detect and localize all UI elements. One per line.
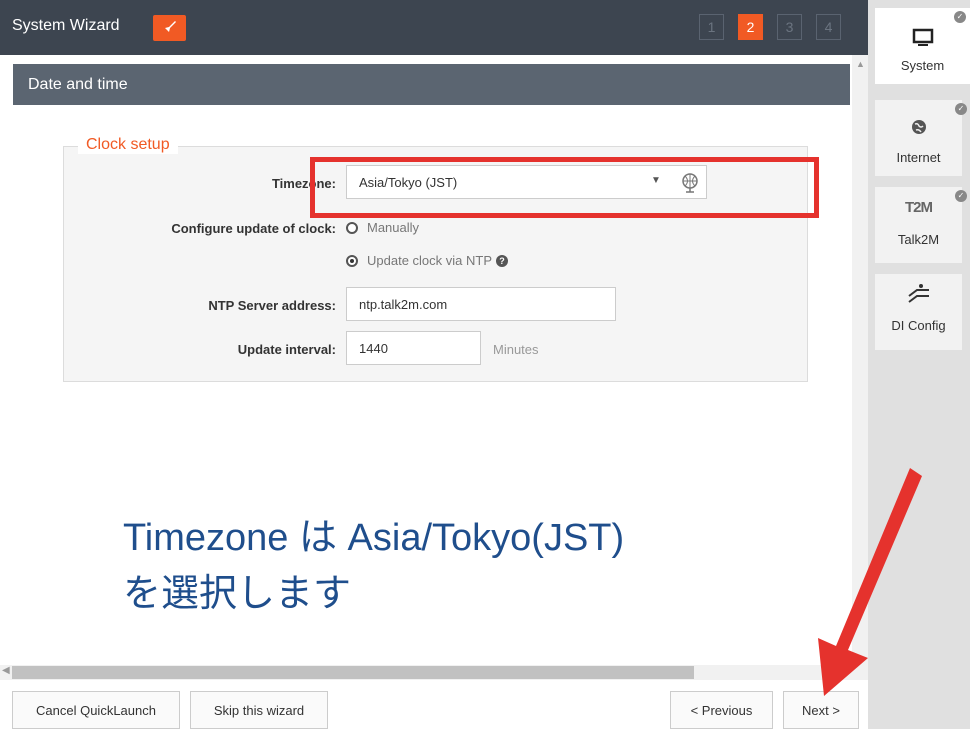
radio-manually-label: Manually: [367, 220, 420, 235]
title-bar: System Wizard 1 2 3 4: [0, 0, 868, 55]
step-3[interactable]: 3: [777, 14, 802, 40]
ntp-server-label: NTP Server address:: [208, 298, 336, 313]
step-1[interactable]: 1: [699, 14, 724, 40]
ntp-server-input[interactable]: ntp.talk2m.com: [346, 287, 616, 321]
section-header: Date and time: [13, 64, 850, 105]
radio-manually-circle[interactable]: [346, 221, 358, 234]
step-4[interactable]: 4: [816, 14, 841, 40]
nav-label-internet: Internet: [896, 150, 941, 165]
t2m-icon: T2M: [905, 199, 933, 216]
nav-label-system: System: [900, 58, 945, 73]
check-icon: ✓: [954, 11, 966, 23]
update-interval-label: Update interval:: [237, 342, 336, 357]
highlight-box: [310, 157, 819, 218]
check-icon: ✓: [955, 103, 967, 115]
nav-item-internet[interactable]: ✓ Internet: [875, 100, 967, 176]
skip-wizard-button[interactable]: Skip this wizard: [190, 691, 328, 729]
red-arrow-icon: [818, 468, 922, 696]
rocket-icon: [153, 15, 186, 41]
previous-button[interactable]: < Previous: [670, 691, 773, 729]
interval-unit: Minutes: [493, 342, 539, 357]
wizard-title: System Wizard: [12, 17, 120, 34]
nav-item-di-config[interactable]: DI Config: [875, 274, 962, 350]
monitor-icon: [875, 28, 970, 48]
annotation-text: Timezone は Asia/Tokyo(JST) を選択します: [123, 517, 625, 615]
globe-icon: [875, 118, 962, 136]
step-2[interactable]: 2: [738, 14, 763, 40]
radio-manually[interactable]: Manually: [346, 220, 419, 235]
nav-item-talk2m[interactable]: ✓ T2M Talk2M: [875, 187, 967, 263]
horizontal-scrollbar[interactable]: ◀: [0, 665, 868, 680]
radio-ntp[interactable]: Update clock via NTP ?: [346, 253, 508, 268]
help-icon[interactable]: ?: [496, 254, 508, 267]
clock-setup-legend: Clock setup: [78, 136, 178, 154]
horizontal-scroll-thumb[interactable]: [12, 666, 694, 679]
radio-ntp-circle[interactable]: [346, 254, 358, 267]
nav-label-di-config: DI Config: [891, 318, 946, 333]
cancel-quicklaunch-button[interactable]: Cancel QuickLaunch: [12, 691, 180, 729]
radio-ntp-label: Update clock via NTP: [367, 253, 492, 268]
update-clock-label: Configure update of clock:: [171, 221, 336, 236]
scroll-left-icon[interactable]: ◀: [2, 665, 10, 676]
nav-item-system[interactable]: ✓ System: [875, 8, 970, 84]
scroll-up-icon[interactable]: ▲: [856, 59, 865, 69]
update-interval-input[interactable]: 1440: [346, 331, 481, 365]
switches-icon: [875, 282, 962, 306]
nav-label-talk2m: Talk2M: [897, 232, 940, 247]
